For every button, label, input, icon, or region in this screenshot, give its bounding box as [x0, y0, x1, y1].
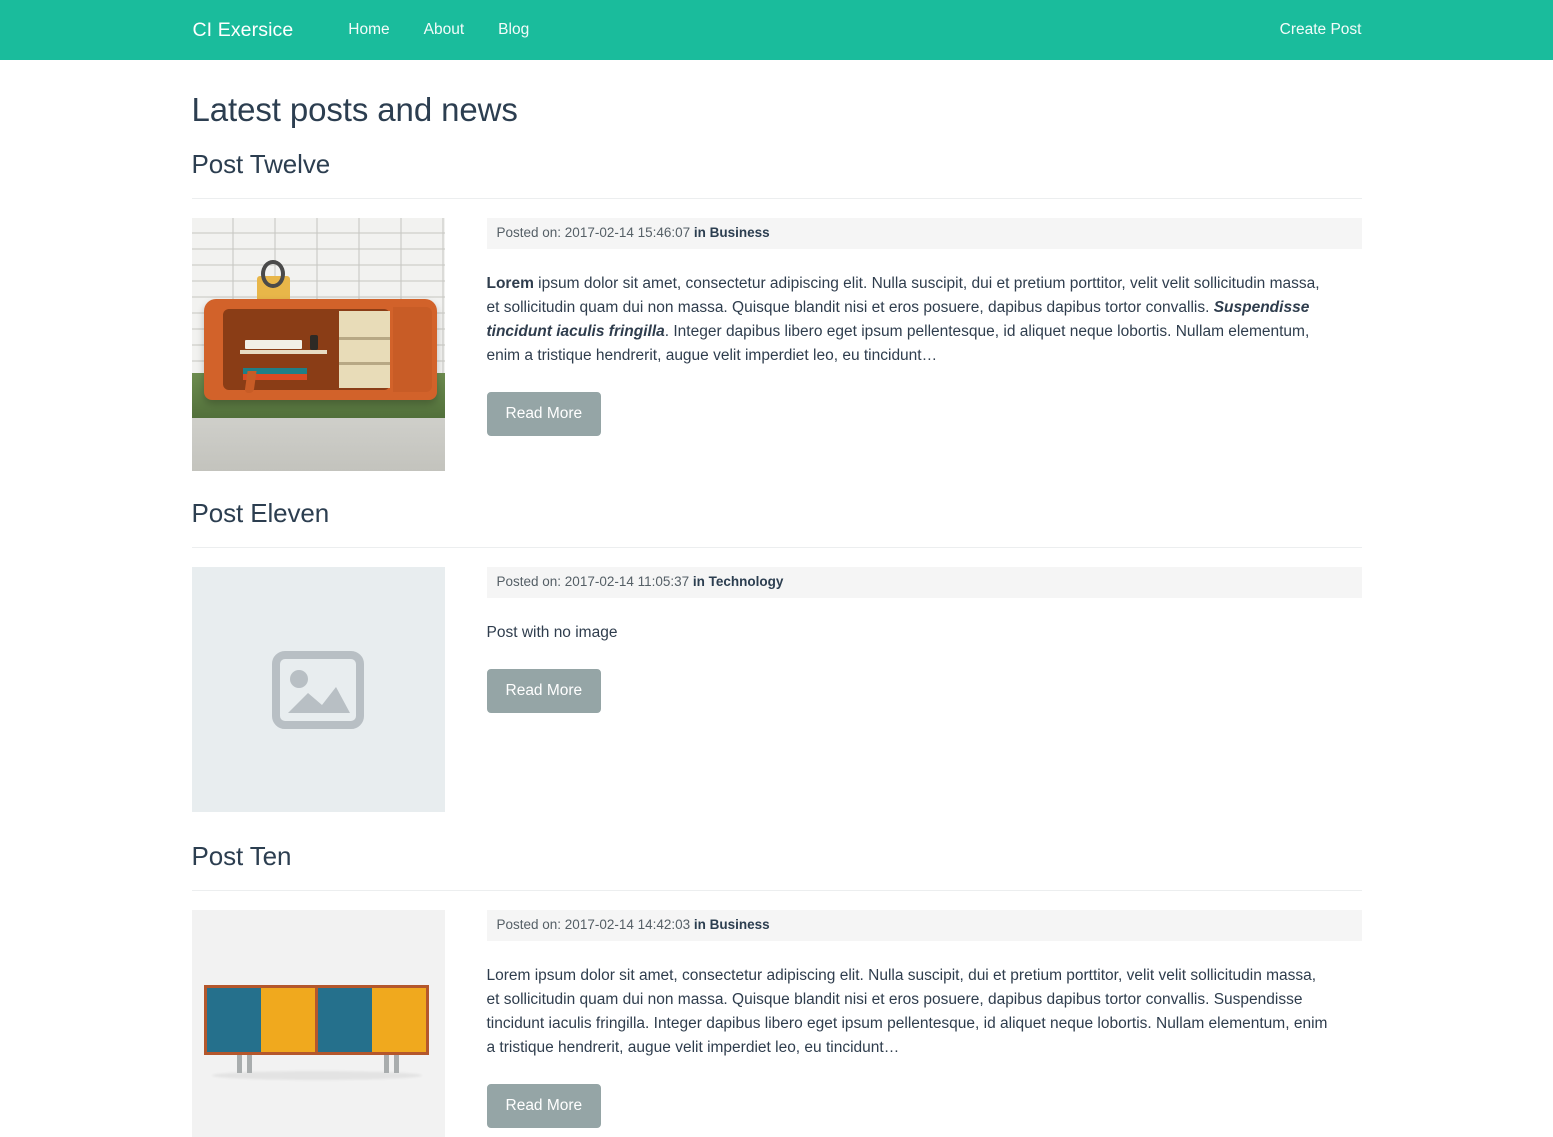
- page-title: Latest posts and news: [191, 91, 518, 128]
- post-row: Posted on: 2017-02-14 14:42:03 in Busine…: [191, 909, 1362, 1137]
- books: [244, 340, 302, 349]
- post-excerpt-lead: Lorem: [486, 274, 534, 292]
- post-thumbnail-column: [191, 218, 447, 472]
- navbar-right: Create Post: [1263, 15, 1362, 45]
- credenza-leg: [393, 1052, 399, 1074]
- nav-link-blog[interactable]: Blog: [481, 15, 546, 45]
- post-image-blue-yellow-credenza[interactable]: [191, 909, 445, 1137]
- image-placeholder[interactable]: [191, 567, 445, 813]
- post-body-column: Posted on: 2017-02-14 11:05:37 in Techno…: [486, 567, 1362, 714]
- nav-item-blog: Blog: [481, 15, 546, 45]
- shelf: [239, 349, 327, 354]
- post-meta-category: in Technology: [692, 574, 784, 590]
- top-navbar: CI Exersice Home About Blog Create Post: [0, 0, 1553, 60]
- post-row: Posted on: 2017-02-14 15:46:07 in Busine…: [191, 218, 1362, 472]
- credenza-leg: [247, 1052, 253, 1074]
- main-container: Latest posts and news Post Twelve Posted…: [191, 60, 1362, 1137]
- create-post-link[interactable]: Create Post: [1263, 15, 1362, 45]
- post-meta-date: Posted on: 2017-02-14 14:42:03: [496, 916, 694, 932]
- door-blue: [318, 987, 373, 1053]
- post-divider: [191, 198, 1362, 200]
- post-meta-date: Posted on: 2017-02-14 15:46:07: [496, 225, 694, 241]
- post-item: Post Ten Posted on: 2017-02-14 14:42:03 …: [191, 841, 1362, 1137]
- post-item: Post Twelve Posted on: 2017-02-14 15:46:…: [191, 149, 1362, 472]
- bottle: [309, 335, 319, 350]
- post-meta-bar: Posted on: 2017-02-14 14:42:03 in Busine…: [486, 909, 1362, 941]
- post-excerpt: Post with no image: [486, 623, 618, 641]
- post-body-column: Posted on: 2017-02-14 15:46:07 in Busine…: [486, 218, 1362, 437]
- post-meta-bar: Posted on: 2017-02-14 15:46:07 in Busine…: [486, 218, 1362, 249]
- picture-icon: [272, 650, 364, 729]
- door-blue: [207, 987, 262, 1053]
- post-excerpt: Lorem ipsum dolor sit amet, consectetur …: [486, 966, 1328, 1056]
- post-meta-date: Posted on: 2017-02-14 11:05:37: [496, 574, 693, 590]
- post-divider: [191, 547, 1362, 549]
- credenza-body: [204, 299, 437, 401]
- post-excerpt-part1: ipsum dolor sit amet, consectetur adipis…: [486, 274, 1320, 316]
- post-meta-bar: Posted on: 2017-02-14 11:05:37 in Techno…: [486, 567, 1362, 598]
- navbar-brand[interactable]: CI Exersice: [193, 19, 294, 42]
- drawer-stack: [339, 311, 391, 389]
- post-row: Posted on: 2017-02-14 11:05:37 in Techno…: [191, 567, 1362, 813]
- sliding-door: [392, 307, 433, 393]
- post-thumbnail-column: [191, 909, 447, 1137]
- post-thumbnail-column: [191, 567, 447, 813]
- post-title[interactable]: Post Twelve: [192, 149, 1362, 180]
- post-meta-category: in Business: [693, 225, 770, 241]
- door-yellow: [372, 987, 427, 1053]
- decor-toy: [257, 259, 291, 302]
- credenza-leg: [237, 1052, 243, 1074]
- post-title[interactable]: Post Ten: [192, 841, 1362, 872]
- post-meta-category: in Business: [693, 916, 770, 932]
- pavement: [191, 418, 445, 472]
- nav-item-about: About: [407, 15, 482, 45]
- nav-link-home[interactable]: Home: [331, 15, 406, 45]
- post-excerpt: Lorem ipsum dolor sit amet, consectetur …: [487, 272, 1332, 368]
- post-divider: [191, 889, 1362, 891]
- post-item: Post Eleven Posted on: 2017-02-14 11:05:…: [191, 498, 1362, 813]
- credenza-body: [204, 984, 430, 1056]
- post-image-orange-credenza[interactable]: [191, 218, 445, 472]
- navbar-inner: CI Exersice Home About Blog Create Post: [192, 0, 1362, 60]
- door-yellow: [261, 987, 316, 1053]
- navbar-links: Home About Blog: [331, 15, 546, 45]
- read-more-button[interactable]: Read More: [486, 668, 602, 714]
- read-more-button[interactable]: Read More: [486, 391, 602, 437]
- nav-link-about[interactable]: About: [407, 15, 482, 45]
- credenza-leg: [383, 1052, 389, 1074]
- credenza-doors: [207, 987, 427, 1053]
- read-more-button[interactable]: Read More: [486, 1083, 602, 1129]
- nav-item-home: Home: [331, 15, 406, 45]
- drop-shadow: [211, 1071, 422, 1081]
- post-title[interactable]: Post Eleven: [192, 498, 1362, 529]
- post-body-column: Posted on: 2017-02-14 14:42:03 in Busine…: [486, 909, 1362, 1129]
